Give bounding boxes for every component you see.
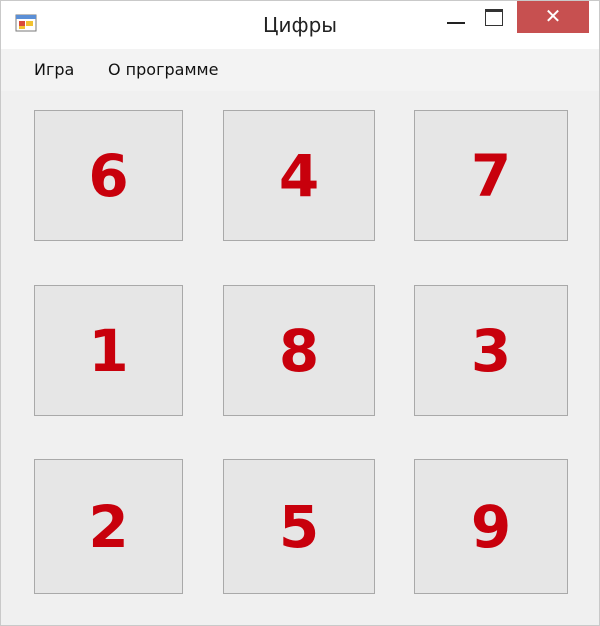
tile-button[interactable]: 9 bbox=[414, 459, 568, 594]
tile-button[interactable]: 6 bbox=[34, 110, 183, 241]
tile-button[interactable]: 7 bbox=[414, 110, 568, 241]
tile-number: 7 bbox=[470, 141, 512, 210]
tile-number: 3 bbox=[470, 316, 512, 385]
close-button[interactable]: ✕ bbox=[517, 1, 589, 33]
main-window: Цифры ✕ Игра О программе 6 4 7 1 8 3 2 5… bbox=[0, 0, 600, 626]
tile-number: 6 bbox=[88, 141, 129, 210]
tile-number: 4 bbox=[278, 141, 320, 210]
tile-button[interactable]: 1 bbox=[34, 285, 183, 416]
close-icon: ✕ bbox=[544, 4, 562, 28]
title-bar[interactable]: Цифры ✕ bbox=[1, 1, 599, 49]
menu-bar: Игра О программе bbox=[1, 49, 599, 91]
app-window-icon bbox=[15, 14, 37, 32]
tile-number: 1 bbox=[88, 316, 129, 385]
tile-button[interactable]: 2 bbox=[34, 459, 183, 594]
menu-game[interactable]: Игра bbox=[34, 60, 74, 79]
menu-about[interactable]: О программе bbox=[108, 60, 218, 79]
tile-number: 8 bbox=[278, 316, 320, 385]
tile-button[interactable]: 5 bbox=[223, 459, 375, 594]
maximize-icon bbox=[485, 9, 503, 26]
maximize-button[interactable] bbox=[479, 1, 511, 35]
minimize-icon bbox=[447, 22, 465, 24]
tile-board: 6 4 7 1 8 3 2 5 9 bbox=[1, 91, 599, 625]
tile-number: 9 bbox=[470, 492, 512, 561]
tile-number: 2 bbox=[88, 492, 129, 561]
tile-button[interactable]: 3 bbox=[414, 285, 568, 416]
tile-button[interactable]: 8 bbox=[223, 285, 375, 416]
tile-button[interactable]: 4 bbox=[223, 110, 375, 241]
tile-number: 5 bbox=[278, 492, 320, 561]
minimize-button[interactable] bbox=[441, 1, 473, 35]
